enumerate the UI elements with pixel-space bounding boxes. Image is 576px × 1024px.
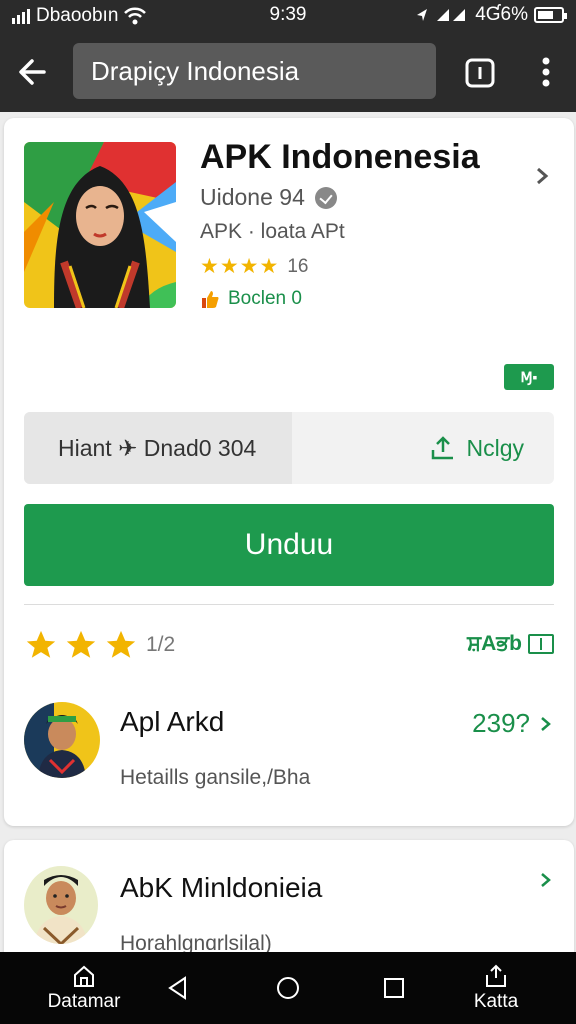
secondary-card: AbK Minldonieia Horahlgnɑrlsilal)	[4, 840, 574, 970]
book-icon	[528, 634, 554, 654]
star-full-icon	[106, 630, 136, 658]
list-item[interactable]: Apl Arkd Hetaills gansile,/Bha 239?	[24, 702, 554, 792]
badge-line: Boclen 0	[200, 288, 302, 310]
home-icon	[74, 965, 94, 987]
square-recents-icon	[384, 978, 404, 998]
app-rating-summary: ★★★★ 16	[200, 254, 308, 279]
badge-text: Boclen 0	[228, 288, 302, 309]
nav-home-label: Datamar	[47, 991, 121, 1012]
developer-line: Uidone 94	[200, 184, 337, 211]
location-icon	[417, 9, 428, 21]
screen: Dbaoobın 9:39 4Ɠ6% Drapiçy Indonesia APK…	[0, 0, 576, 1024]
chevron-right-icon	[541, 873, 551, 887]
rating-row: 1/2 ਸ਼Aਭb	[24, 628, 554, 668]
rating-count: 16	[287, 255, 309, 277]
rating-right-info[interactable]: ਸ਼Aਭb	[467, 632, 554, 656]
app-category: APK · loata APt	[200, 220, 345, 243]
tab-switcher-icon[interactable]	[462, 54, 498, 90]
app-bar: Drapiçy Indonesia	[0, 32, 576, 112]
nav-home-circle[interactable]	[268, 952, 308, 1024]
battery-fill	[538, 11, 553, 19]
bottom-navigation-bar: Datamar Katta	[0, 952, 576, 1024]
install-button[interactable]: Unduu	[24, 504, 554, 586]
avatar	[24, 866, 98, 944]
list-item-count: 239?	[472, 708, 554, 739]
network-icon	[437, 9, 466, 21]
back-arrow-icon[interactable]	[14, 52, 54, 92]
nav-recents[interactable]	[374, 952, 414, 1024]
triangle-back-icon	[168, 976, 186, 1000]
battery-icon	[534, 7, 567, 23]
circle-home-icon	[277, 977, 299, 999]
avatar	[24, 702, 100, 778]
split-right-label: Nclgy	[466, 435, 524, 461]
nav-share-label: Katta	[473, 991, 519, 1012]
divider	[24, 604, 554, 605]
app-title: APK Indonenesia	[200, 138, 480, 176]
split-right-action[interactable]: Nclgy	[292, 412, 554, 484]
chevron-right-icon[interactable]	[532, 166, 552, 186]
overflow-menu-icon[interactable]	[532, 54, 560, 90]
verified-check-icon	[314, 186, 337, 209]
app-detail-card: APK Indonenesia Uidone 94 APK · loata AP…	[4, 118, 574, 826]
rating-right-text: ਸ਼Aਭb	[467, 632, 522, 655]
split-left-info[interactable]: Hiant ✈ Dnad0 304	[24, 412, 292, 484]
rating-fraction: 1/2	[146, 633, 176, 656]
star-full-icon	[66, 630, 96, 658]
share-icon	[486, 964, 506, 987]
share-upload-icon	[432, 436, 454, 460]
list-item-title: Apl Arkd	[120, 706, 225, 737]
app-icon[interactable]	[24, 142, 176, 308]
developer-name[interactable]: Uidone 94	[200, 184, 305, 211]
battery-percent: 4Ɠ6%	[475, 4, 528, 25]
rating-stars: ★★★★	[200, 255, 280, 278]
nav-home[interactable]: Datamar	[44, 952, 124, 1024]
app-icon-image	[24, 142, 176, 308]
star-full-icon	[26, 630, 56, 658]
list-item-count-text: 239?	[472, 708, 530, 738]
list-item-count	[538, 872, 554, 888]
address-bar[interactable]: Drapiçy Indonesia	[73, 43, 436, 99]
list-item[interactable]: AbK Minldonieia Horahlgnɑrlsilal)	[24, 866, 554, 956]
status-right: 4Ɠ6%	[415, 4, 567, 26]
status-bar: Dbaoobın 9:39 4Ɠ6%	[0, 0, 576, 32]
nav-back[interactable]	[158, 952, 198, 1024]
list-item-title: AbK Minldonieia	[120, 872, 323, 903]
action-split: Hiant ✈ Dnad0 304 Nclgy	[24, 412, 554, 484]
thumbs-up-icon	[202, 291, 219, 308]
rating-stars-large: 1/2	[24, 628, 175, 662]
list-item-subtitle: Hetaills gansile,/Bha	[120, 766, 311, 789]
chevron-right-icon	[541, 716, 551, 731]
nav-share[interactable]: Katta	[458, 952, 534, 1024]
content-tag: Ɱ▪	[504, 364, 554, 390]
